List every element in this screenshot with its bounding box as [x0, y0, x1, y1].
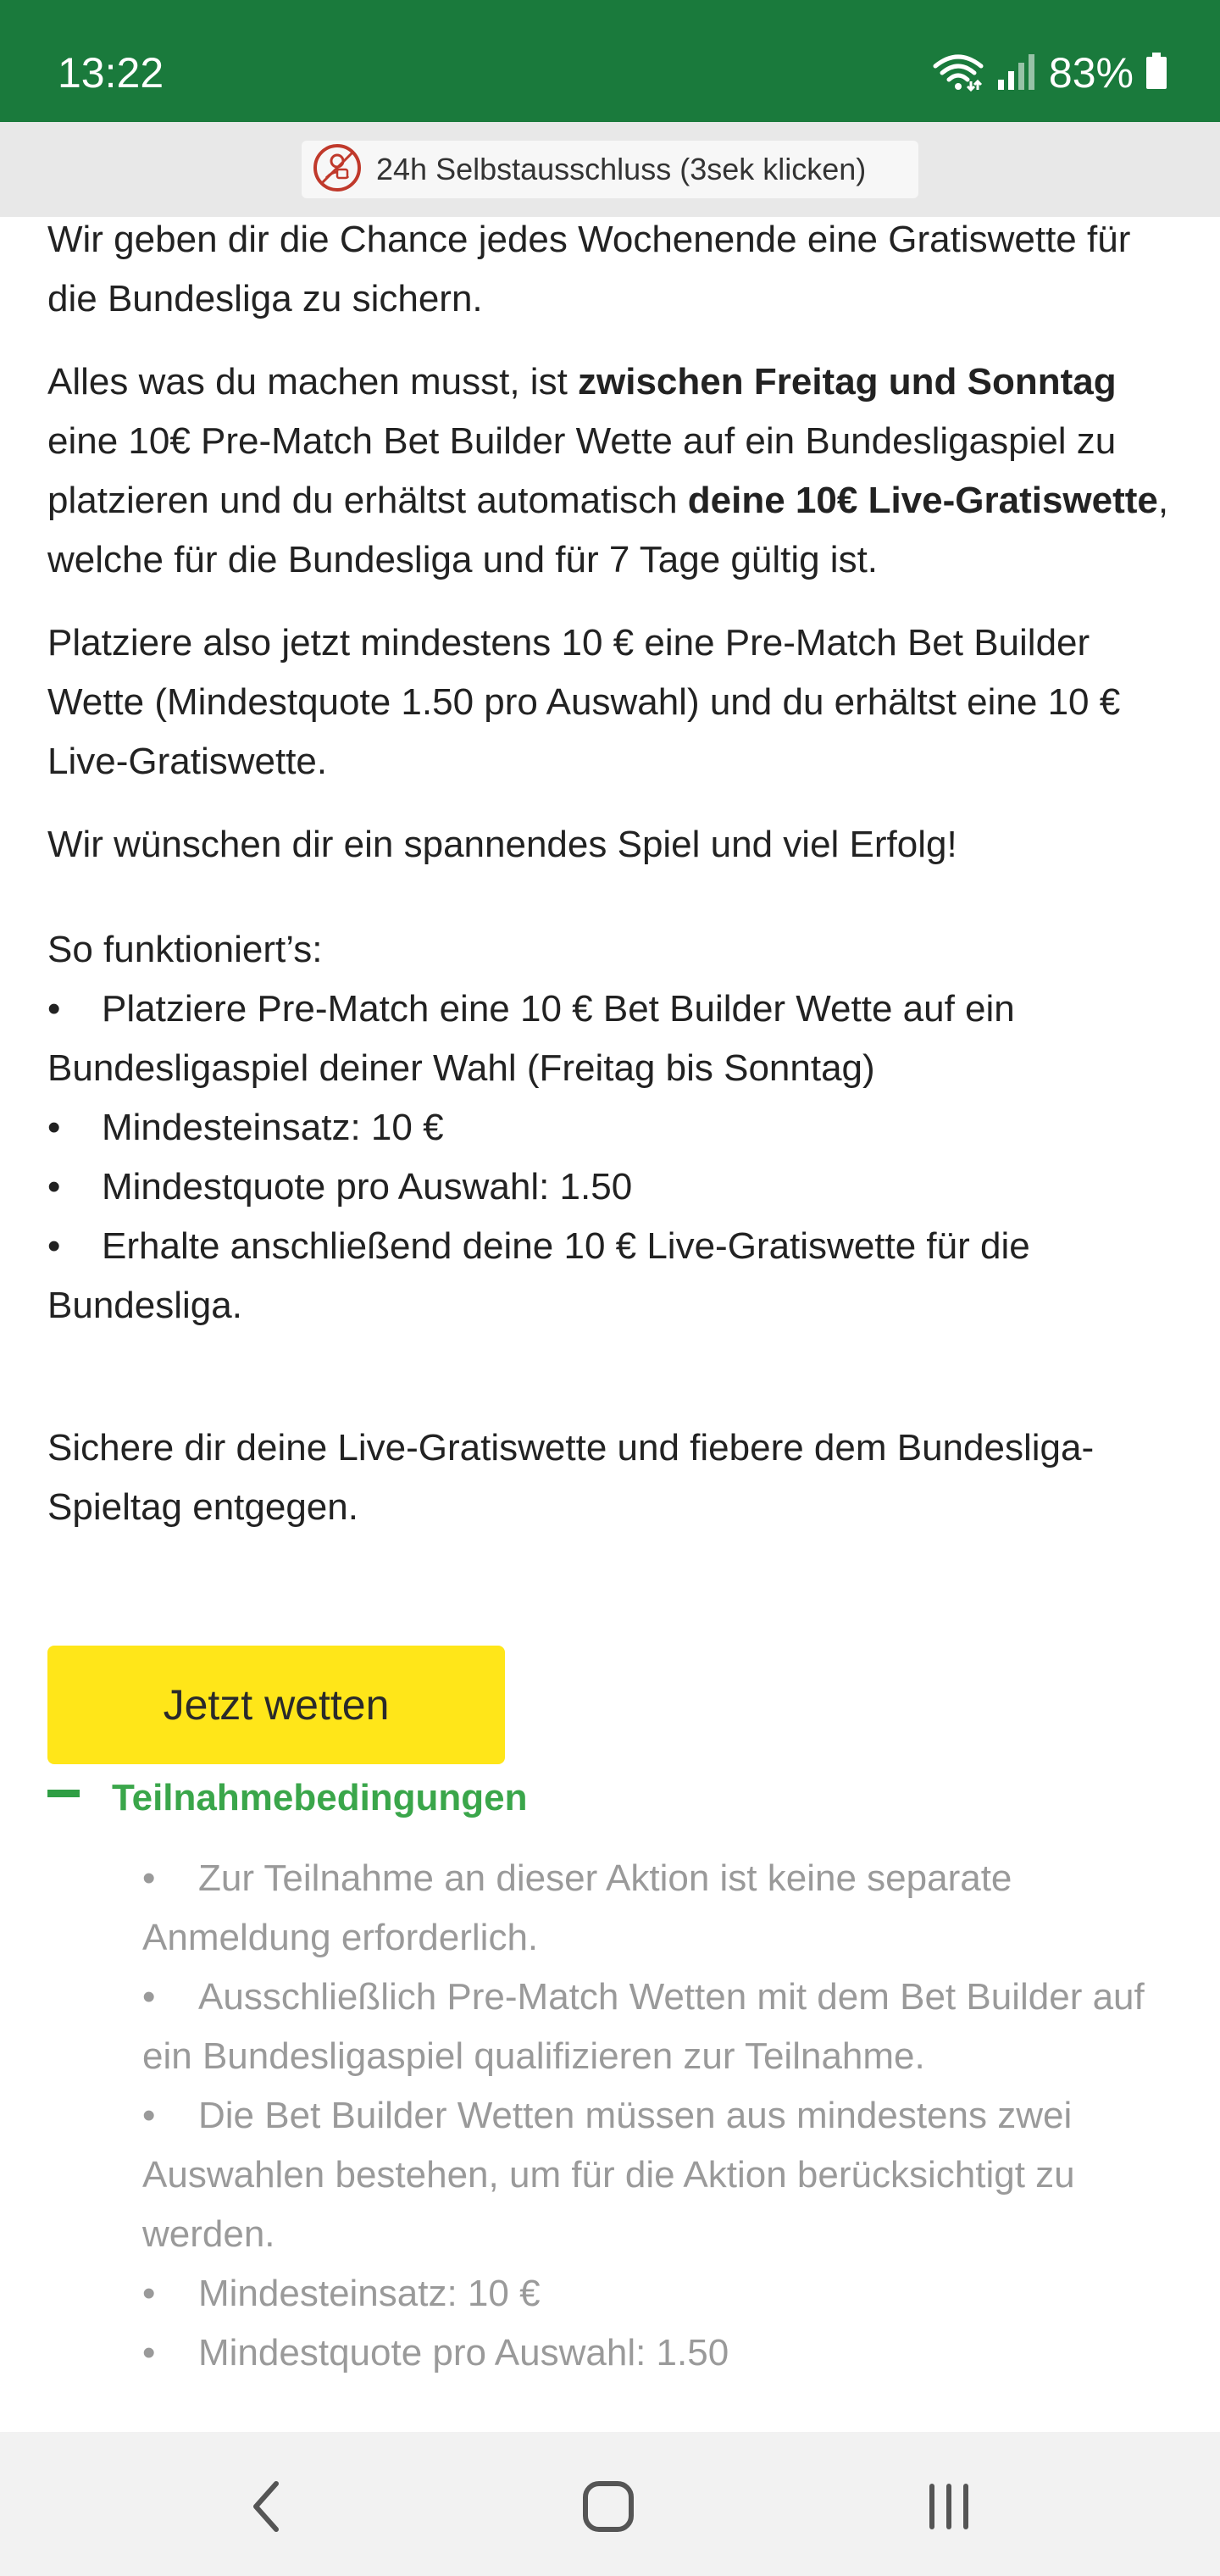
- navigation-bar: [0, 2432, 1220, 2576]
- details-bold-2: deine 10€ Live-Gratiswette: [687, 480, 1158, 521]
- list-item: • Mindestquote pro Auswahl: 1.50: [47, 1158, 1183, 1217]
- list-item-text: Mindesteinsatz: 10 €: [198, 2273, 541, 2314]
- status-indicators: 83%: [932, 47, 1167, 98]
- home-icon: [580, 2479, 636, 2539]
- terms-toggle[interactable]: Teilnahmebedingungen: [47, 1771, 528, 1825]
- list-item: • Mindesteinsatz: 10 €: [47, 1098, 1183, 1158]
- details-text-1: Alles was du machen musst, ist: [47, 361, 579, 402]
- self-exclusion-icon: [312, 142, 363, 197]
- back-icon: [246, 2477, 288, 2540]
- bullet: •: [142, 2095, 156, 2136]
- status-time: 13:22: [58, 49, 164, 97]
- bullet: •: [47, 988, 61, 1030]
- bullet: •: [142, 1976, 156, 2018]
- list-item-text: Mindesteinsatz: 10 €: [102, 1107, 444, 1148]
- instruction-paragraph: Platziere also jetzt mindestens 10 € ein…: [47, 622, 1121, 782]
- terms-label: Teilnahmebedingungen: [112, 1777, 528, 1818]
- wish-paragraph: Wir wünschen dir ein spannendes Spiel un…: [47, 824, 957, 865]
- how-it-works-title: So funktioniert’s:: [47, 929, 323, 970]
- wifi-icon: [932, 51, 984, 96]
- back-button[interactable]: [225, 2466, 309, 2551]
- bullet: •: [142, 2273, 156, 2314]
- list-item-text: Die Bet Builder Wetten müssen aus mindes…: [142, 2095, 1075, 2255]
- list-item-text: Erhalte anschließend deine 10 € Live-Gra…: [47, 1225, 1030, 1326]
- list-item-text: Ausschließlich Pre-Match Wetten mit dem …: [142, 1976, 1145, 2077]
- self-exclusion-bar: 24h Selbstausschluss (3sek klicken): [0, 122, 1220, 217]
- closing-paragraph: Sichere dir deine Live-Gratiswette und f…: [47, 1427, 1095, 1528]
- details-bold-1: zwischen Freitag und Sonntag: [578, 361, 1117, 402]
- list-item-text: Mindestquote pro Auswahl: 1.50: [102, 1166, 633, 1208]
- battery-icon: [1145, 52, 1167, 94]
- self-exclusion-label: 24h Selbstausschluss (3sek klicken): [376, 152, 867, 186]
- details-paragraph: Alles was du machen musst, ist zwischen …: [47, 353, 1183, 590]
- list-item: • Mindestquote pro Auswahl: 1.50: [142, 2323, 1184, 2383]
- bullet: •: [142, 2332, 156, 2373]
- recents-icon: [923, 2481, 974, 2536]
- list-item: • Die Bet Builder Wetten müssen aus minde…: [142, 2086, 1184, 2264]
- recents-button[interactable]: [907, 2466, 991, 2551]
- bet-now-button[interactable]: Jetzt wetten: [47, 1646, 505, 1764]
- list-item: • Ausschließlich Pre-Match Wetten mit dem…: [142, 1968, 1184, 2086]
- home-button[interactable]: [566, 2466, 651, 2551]
- self-exclusion-button[interactable]: 24h Selbstausschluss (3sek klicken): [302, 141, 918, 198]
- list-item: • Zur Teilnahme an dieser Aktion ist kein…: [142, 1849, 1184, 1968]
- list-item-text: Zur Teilnahme an dieser Aktion ist keine…: [142, 1857, 1012, 1958]
- how-it-works-list: • Platziere Pre-Match eine 10 € Bet Build…: [47, 980, 1183, 1335]
- battery-percent: 83%: [1048, 49, 1134, 97]
- terms-list: • Zur Teilnahme an dieser Aktion ist kein…: [142, 1849, 1184, 2383]
- bullet: •: [47, 1107, 61, 1148]
- list-item: • Platziere Pre-Match eine 10 € Bet Build…: [47, 980, 1183, 1098]
- bullet: •: [47, 1166, 61, 1208]
- minus-icon: [47, 1789, 80, 1797]
- promo-content: Wir geben dir die Chance jedes Wochenend…: [47, 210, 1183, 1537]
- list-item: • Mindesteinsatz: 10 €: [142, 2264, 1184, 2323]
- signal-icon: [996, 51, 1037, 96]
- intro-paragraph: Wir geben dir die Chance jedes Wochenend…: [47, 219, 1131, 319]
- bullet: •: [47, 1225, 61, 1267]
- bullet: •: [142, 1857, 156, 1899]
- status-bar: 13:22 83%: [0, 0, 1220, 122]
- list-item-text: Mindestquote pro Auswahl: 1.50: [198, 2332, 729, 2373]
- list-item-text: Platziere Pre-Match eine 10 € Bet Builde…: [47, 988, 1015, 1089]
- list-item: • Erhalte anschließend deine 10 € Live-Gr…: [47, 1217, 1183, 1335]
